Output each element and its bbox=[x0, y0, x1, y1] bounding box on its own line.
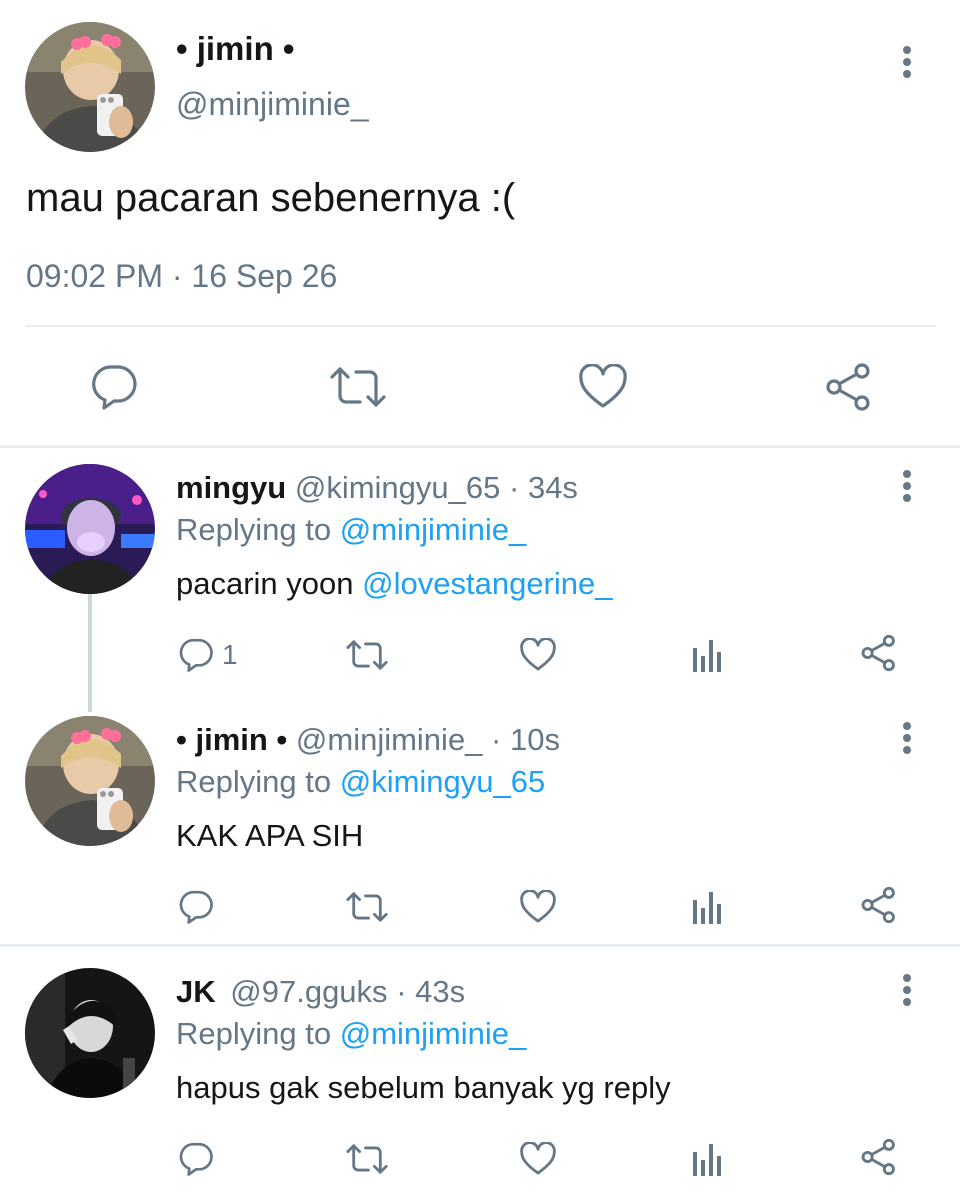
analytics-icon[interactable] bbox=[692, 1140, 724, 1176]
reply-icon[interactable] bbox=[178, 890, 214, 924]
more-options-icon[interactable] bbox=[895, 466, 919, 506]
analytics-icon[interactable] bbox=[692, 636, 724, 672]
like-icon[interactable] bbox=[519, 1142, 557, 1176]
retweet-icon[interactable] bbox=[328, 364, 388, 410]
replying-to-mention[interactable]: @minjiminie_ bbox=[340, 512, 527, 547]
retweet-icon[interactable] bbox=[344, 1142, 390, 1176]
like-icon[interactable] bbox=[578, 364, 628, 410]
share-icon[interactable] bbox=[860, 634, 898, 672]
tweet-date: 16 Sep 26 bbox=[191, 258, 338, 294]
separator-dot: · bbox=[491, 722, 502, 757]
reply-text: hapus gak sebelum banyak yg reply bbox=[176, 1070, 671, 1105]
reply-header: JK @97.gguks · 43s bbox=[176, 974, 465, 1010]
author-name[interactable]: JK bbox=[176, 974, 216, 1009]
replying-to-mention[interactable]: @minjiminie_ bbox=[340, 1016, 527, 1051]
author-name[interactable]: • jimin • bbox=[176, 30, 294, 68]
reply-text: KAK APA SIH bbox=[176, 818, 364, 853]
author-handle[interactable]: @97.gguks bbox=[230, 974, 387, 1009]
analytics-icon[interactable] bbox=[692, 888, 724, 924]
reply-age: 10s bbox=[510, 722, 560, 757]
reply-icon[interactable] bbox=[90, 364, 138, 410]
share-icon[interactable] bbox=[860, 886, 898, 924]
reply-button[interactable]: 1 bbox=[178, 638, 238, 672]
like-icon[interactable] bbox=[519, 890, 557, 924]
author-name[interactable]: mingyu bbox=[176, 470, 286, 505]
replying-to-label: Replying to bbox=[176, 1016, 332, 1051]
reply-header: mingyu @kimingyu_65 · 34s bbox=[176, 470, 578, 506]
avatar[interactable] bbox=[25, 22, 155, 152]
more-options-icon[interactable] bbox=[895, 718, 919, 758]
replying-to-label: Replying to bbox=[176, 512, 332, 547]
reply-icon[interactable] bbox=[178, 1142, 214, 1176]
retweet-icon[interactable] bbox=[344, 638, 390, 672]
reply-icon bbox=[178, 638, 214, 672]
retweet-icon[interactable] bbox=[344, 890, 390, 924]
section-divider bbox=[0, 445, 960, 448]
more-options-icon[interactable] bbox=[895, 970, 919, 1010]
reply-age: 34s bbox=[527, 470, 578, 505]
separator-dot: · bbox=[509, 470, 520, 505]
reply-text-body: pacarin yoon bbox=[176, 566, 354, 601]
replying-to: Replying to @minjiminie_ bbox=[176, 1016, 526, 1052]
reply-age: 43s bbox=[415, 974, 466, 1009]
more-options-icon[interactable] bbox=[895, 42, 919, 82]
tweet-timestamp: 09:02 PM · 16 Sep 26 bbox=[26, 258, 337, 295]
reply-header: • jimin • @minjiminie_ · 10s bbox=[176, 722, 560, 758]
author-handle[interactable]: @kimingyu_65 bbox=[295, 470, 501, 505]
like-icon[interactable] bbox=[519, 638, 557, 672]
section-divider bbox=[0, 944, 960, 947]
reply-text: pacarin yoon @lovestangerine_ bbox=[176, 566, 613, 602]
share-icon[interactable] bbox=[824, 362, 874, 412]
divider bbox=[26, 325, 936, 327]
avatar[interactable] bbox=[25, 716, 155, 846]
author-handle[interactable]: @minjiminie_ bbox=[296, 722, 483, 757]
replying-to-label: Replying to bbox=[176, 764, 332, 799]
text-mention[interactable]: @lovestangerine_ bbox=[362, 566, 612, 601]
tweet-time: 09:02 PM bbox=[26, 258, 163, 294]
replying-to: Replying to @minjiminie_ bbox=[176, 512, 526, 548]
author-name[interactable]: • jimin • bbox=[176, 722, 287, 757]
avatar[interactable] bbox=[25, 968, 155, 1098]
separator-dot: · bbox=[396, 974, 407, 1009]
share-icon[interactable] bbox=[860, 1138, 898, 1176]
replying-to: Replying to @kimingyu_65 bbox=[176, 764, 545, 800]
reply-count: 1 bbox=[222, 639, 238, 670]
thread-line bbox=[88, 594, 92, 712]
author-handle[interactable]: @minjiminie_ bbox=[176, 86, 369, 123]
replying-to-mention[interactable]: @kimingyu_65 bbox=[340, 764, 546, 799]
separator-dot: · bbox=[171, 258, 183, 294]
tweet-text: mau pacaran sebenernya :( bbox=[26, 176, 516, 220]
avatar[interactable] bbox=[25, 464, 155, 594]
